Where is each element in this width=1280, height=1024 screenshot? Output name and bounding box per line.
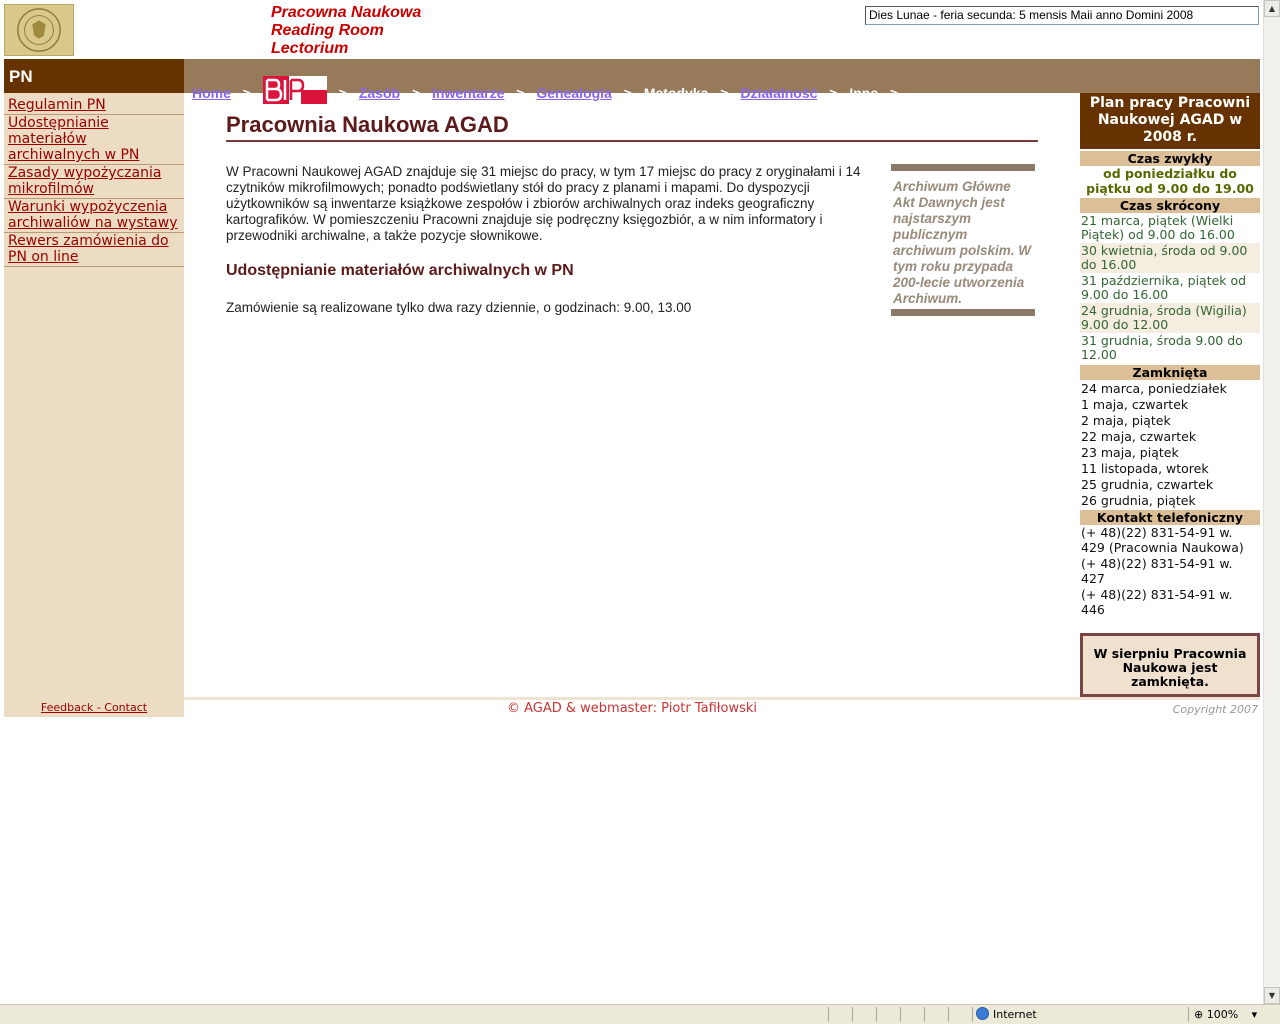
schedule-panel: Plan pracy Pracowni Naukowej AGAD w 2008… xyxy=(1080,93,1260,618)
status-cell xyxy=(828,1007,852,1022)
closed-day-item: 26 grudnia, piątek xyxy=(1081,493,1196,508)
nav-separator: > xyxy=(829,85,838,101)
status-cell xyxy=(852,1007,876,1022)
nav-separator: > xyxy=(411,85,421,101)
status-cell xyxy=(876,1007,900,1022)
short-hours-heading: Czas skrócony xyxy=(1080,198,1260,213)
sidebar-menu: Regulamin PN Udostępnianie materiałów ar… xyxy=(4,97,184,267)
feedback-area: Feedback - Contact xyxy=(4,697,184,717)
status-cell xyxy=(900,1007,924,1022)
globe-icon xyxy=(976,1007,989,1020)
site-title-line: Pracowna Naukowa xyxy=(271,4,422,21)
scroll-up-icon[interactable]: ▲ xyxy=(1264,0,1280,17)
sidebar-item-rewers: Rewers zamówienia do PN on line xyxy=(4,233,184,267)
status-cell xyxy=(924,1007,948,1022)
status-cell xyxy=(948,1007,972,1022)
nav-inwentarze[interactable]: Inwentarze xyxy=(432,85,504,101)
nav-zasob[interactable]: Zasób xyxy=(359,85,400,101)
short-day-item: 24 grudnia, środa (Wigilia) 9.00 do 12.0… xyxy=(1080,303,1260,333)
footer-divider xyxy=(184,697,1260,700)
sidebar-link[interactable]: Rewers zamówienia do PN on line xyxy=(8,233,169,265)
sidebar-item-udostepnianie: Udostępnianie materiałów archiwalnych w … xyxy=(4,115,184,165)
order-info-text: Zamówienie są realizowane tylko dwa razy… xyxy=(226,300,692,315)
sidebar: PN Regulamin PN Udostępnianie materiałów… xyxy=(4,59,184,717)
nav-dzialalnosc[interactable]: Działalność xyxy=(740,85,817,101)
closure-notice: W sierpniu Pracownia Naukowa jest zamkni… xyxy=(1080,633,1260,697)
nav-inne[interactable]: Inne xyxy=(849,85,878,101)
site-title-line: Reading Room xyxy=(271,22,384,39)
regular-hours-text: od poniedziałku do piątku od 9.00 do 19.… xyxy=(1086,166,1254,196)
magnifier-icon: ⊕ xyxy=(1194,1008,1204,1021)
regular-hours-heading: Czas zwykły xyxy=(1080,151,1260,166)
phone-heading: Kontakt telefoniczny xyxy=(1080,510,1260,525)
nav-separator: > xyxy=(516,85,525,101)
nav-metodyka[interactable]: Metodyka xyxy=(644,85,709,101)
site-title-line: Lectorium xyxy=(271,40,349,57)
sidebar-link[interactable]: Warunki wypożyczenia archiwaliów na wyst… xyxy=(8,199,178,231)
bip-logo-icon[interactable] xyxy=(262,76,327,106)
sidebar-link[interactable]: Udostępnianie materiałów archiwalnych w … xyxy=(8,115,139,163)
archive-seal-icon xyxy=(4,4,74,56)
nav-separator: > xyxy=(338,85,347,101)
short-day-item: 31 października, piątek od 9.00 do 16.00 xyxy=(1081,273,1247,302)
intro-paragraph: W Pracowni Naukowej AGAD znajduje się 31… xyxy=(226,164,861,243)
nav-genealogia[interactable]: Genealogia xyxy=(536,85,611,101)
nav-home[interactable]: Home xyxy=(192,85,231,101)
short-day-item: 30 kwietnia, środa od 9.00 do 16.00 xyxy=(1080,243,1260,273)
nav-separator: > xyxy=(890,85,899,101)
closed-day-item: 25 grudnia, czwartek xyxy=(1081,477,1214,492)
schedule-title: Plan pracy Pracowni Naukowej AGAD w 2008… xyxy=(1080,93,1260,149)
closed-heading: Zamknięta xyxy=(1080,365,1260,380)
phone-item: (+ 48)(22) 831-54-91 w. 446 xyxy=(1081,587,1233,617)
date-display: Dies Lunae - feria secunda: 5 mensis Mai… xyxy=(865,6,1259,25)
nav-separator: > xyxy=(623,85,632,101)
status-bar: Internet ⊕ 100% ▾ xyxy=(0,1004,1280,1024)
zone-label: Internet xyxy=(993,1008,1037,1021)
closed-day-item: 24 marca, poniedziałek xyxy=(1081,381,1227,396)
footer-copyright: Copyright 2007 xyxy=(1172,703,1258,716)
section-heading: Udostępnianie materiałów archiwalnych w … xyxy=(226,262,574,279)
scroll-down-icon[interactable]: ▼ xyxy=(1264,987,1280,1004)
vertical-scrollbar[interactable]: ▲ ▼ xyxy=(1263,0,1280,1004)
page-title: Pracownia Naukowa AGAD xyxy=(226,112,1038,142)
top-nav: Home > > Zasób > Inwentarze > Genealogia… xyxy=(184,59,1260,106)
nav-separator: > xyxy=(720,85,729,101)
footer-credit: © AGAD & webmaster: Piotr Tafiłowski xyxy=(506,701,757,716)
sidebar-item-wystawy: Warunki wypożyczenia archiwaliów na wyst… xyxy=(4,199,184,233)
sidebar-link[interactable]: Regulamin PN xyxy=(8,97,106,113)
short-day-item: 21 marca, piątek (Wielki Piątek) od 9.00… xyxy=(1081,213,1235,242)
zoom-control[interactable]: ⊕ 100% ▾ xyxy=(1194,1007,1257,1022)
chevron-down-icon[interactable]: ▾ xyxy=(1252,1008,1258,1021)
nav-separator: > xyxy=(242,85,251,101)
sidebar-link[interactable]: Zasady wypożyczania mikrofilmów xyxy=(8,165,161,197)
quote-box: Archiwum Główne Akt Dawnych jest najstar… xyxy=(891,164,1035,316)
phone-item: (+ 48)(22) 831-54-91 w. 427 xyxy=(1081,556,1233,586)
closed-day-item: 2 maja, piątek xyxy=(1081,413,1171,428)
sidebar-heading: PN xyxy=(4,59,184,93)
closed-day-item: 23 maja, piątek xyxy=(1081,445,1179,460)
sidebar-item-mikrofilmy: Zasady wypożyczania mikrofilmów xyxy=(4,165,184,199)
site-title: Pracowna Naukowa Reading Room Lectorium xyxy=(271,4,421,58)
short-day-item: 31 grudnia, środa 9.00 do 12.00 xyxy=(1081,333,1243,362)
sidebar-item-regulamin: Regulamin PN xyxy=(4,97,184,115)
closed-day-item: 22 maja, czwartek xyxy=(1081,429,1197,444)
closed-day-item: 1 maja, czwartek xyxy=(1081,397,1189,412)
zoom-level: 100% xyxy=(1206,1008,1239,1021)
phone-item: (+ 48)(22) 831-54-91 w. 429 (Pracownia N… xyxy=(1081,525,1244,555)
security-zone: Internet xyxy=(976,1007,1037,1022)
feedback-contact-link[interactable]: Feedback - Contact xyxy=(41,701,147,714)
closed-day-item: 11 listopada, wtorek xyxy=(1081,461,1209,476)
